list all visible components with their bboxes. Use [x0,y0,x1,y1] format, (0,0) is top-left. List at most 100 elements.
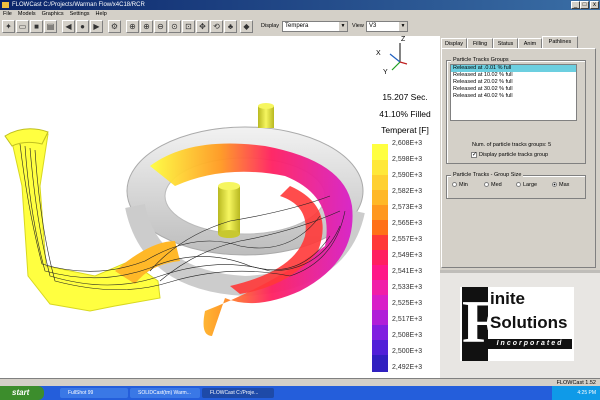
control-panel: Display Filling Status Anim Pathlines Pa… [440,36,600,270]
logo-letter: F [462,287,499,361]
list-item[interactable]: Released at .0.01 % full [451,65,576,72]
color-legend-bar [372,144,388,372]
legend-value: 2,608E+3 [392,140,423,147]
view-select[interactable]: V3 ▼ [366,21,408,32]
settings-icon[interactable]: ⚙ [108,20,121,33]
tab-filling[interactable]: Filling [467,38,493,48]
radio-dot [452,182,457,188]
display-group-label: Display particle tracks group [479,152,549,158]
lightbulb-icon[interactable]: ✦ [2,20,15,33]
legend-value: 2,525E+3 [392,300,423,307]
stop-icon[interactable]: ● [76,20,89,33]
zoom-out-icon[interactable]: ⊖ [154,20,167,33]
display-label: Display [261,23,280,29]
legend-swatch [372,310,388,325]
view-select-value: V3 [369,23,377,29]
radio-dot [484,182,489,188]
zoom-in-icon[interactable]: ⊕ [140,20,153,33]
simulation-viewport[interactable]: Z X Y 15.207 Sec. 41.10% Filled Temperat… [0,36,440,378]
legend-swatch [372,235,388,250]
menu-graphics[interactable]: Graphics [39,10,67,18]
company-logo: F inite Solutions Incorporated [460,287,574,361]
zoom-icon[interactable]: ⊕ [126,20,139,33]
size-max-radio[interactable]: Max [552,182,569,188]
tab-pathlines[interactable]: Pathlines [542,36,578,48]
view-label: View [352,23,364,29]
list-item[interactable]: Released at 40.02 % full [451,93,576,100]
menu-bar: File Models Graphics Settings Help [0,10,600,18]
logo-line2: Solutions [490,313,568,332]
legend-value: 2,582E+3 [392,188,423,195]
menu-settings[interactable]: Settings [67,10,93,18]
legend-value: 2,517E+3 [392,316,423,323]
display-group-checkbox[interactable]: ✓ [471,152,477,158]
play-icon[interactable]: ▶ [90,20,103,33]
tab-anim[interactable]: Anim [518,38,542,48]
maximize-button[interactable]: □ [580,1,589,9]
axis-y-label: Y [383,69,388,76]
model-icon[interactable]: ♣ [224,20,237,33]
chevron-down-icon: ▼ [399,22,407,31]
core-cylinder-top [258,106,274,128]
radio-label: Med [491,182,502,188]
menu-file[interactable]: File [0,10,15,18]
rewind-icon[interactable]: ◀ [62,20,75,33]
radio-label: Large [523,182,538,188]
radio-label: Min [459,182,468,188]
tracks-groups-list[interactable]: Released at .0.01 % full Released at 10.… [450,64,577,121]
axis-triad [389,43,408,71]
legend-value: 2,598E+3 [392,156,423,163]
tab-display[interactable]: Display [441,38,467,48]
task-flowcast[interactable]: FLOWCast C:/Proje... [202,388,274,398]
axis-z-label: Z [401,36,406,43]
legend-swatch [372,160,388,175]
list-item[interactable]: Released at 30.02 % full [451,86,576,93]
view-iso-icon[interactable]: ◆ [240,20,253,33]
legend-swatch [372,220,388,235]
sim-time: 15.207 Sec. [382,92,428,102]
tab-status[interactable]: Status [493,38,518,48]
tracks-groups-title: Particle Tracks Groups [451,57,511,63]
legend-value: 2,549E+3 [392,252,423,259]
save-icon[interactable]: ■ [30,20,43,33]
menu-models[interactable]: Models [15,10,39,18]
logo-line1: inite [490,289,525,308]
legend-swatch [372,250,388,265]
chevron-down-icon: ▼ [339,22,347,31]
app-icon [2,2,9,8]
radio-dot [516,182,521,188]
task-fullshot[interactable]: FullShot 99 [60,388,128,398]
radio-dot [552,182,557,188]
zoom-fit-icon[interactable]: ⊙ [168,20,181,33]
list-item[interactable]: Released at 20.02 % full [451,79,576,86]
size-med-radio[interactable]: Med [484,182,502,188]
taskbar: start FullShot 99 SOLIDCast(tm) Warm... … [0,386,600,400]
list-item[interactable]: Released at 10.02 % full [451,72,576,79]
rotate-icon[interactable]: ⟲ [210,20,223,33]
title-bar: FLOWCast C:/Projects/Warman Flow/x4C18/R… [0,0,600,10]
size-min-radio[interactable]: Min [452,182,468,188]
axis-x-label: X [376,50,381,57]
legend-swatch [372,280,388,295]
num-groups-label: Num. of particle tracks groups: 5 [472,142,552,148]
close-button[interactable]: x [590,1,599,9]
fill-percent: 41.10% Filled [379,109,431,119]
legend-value: 2,492E+3 [392,364,423,371]
print-icon[interactable]: ▤ [44,20,57,33]
display-select[interactable]: Tempera ▼ [282,21,348,32]
legend-swatch [372,295,388,310]
legend-quantity: Temperat [F] [381,125,429,135]
legend-swatch [372,325,388,340]
window-title: FLOWCast C:/Projects/Warman Flow/x4C18/R… [12,2,145,8]
task-solidcast[interactable]: SOLIDCast(tm) Warm... [130,388,200,398]
zoom-window-icon[interactable]: ⊡ [182,20,195,33]
size-large-radio[interactable]: Large [516,182,537,188]
start-button[interactable]: start [0,386,44,400]
minimize-button[interactable]: _ [571,1,580,9]
open-folder-icon[interactable]: ▭ [16,20,29,33]
radio-label: Max [559,182,570,188]
legend-value: 2,573E+3 [392,204,423,211]
menu-help[interactable]: Help [93,10,110,18]
pan-icon[interactable]: ✥ [196,20,209,33]
legend-value: 2,557E+3 [392,236,423,243]
